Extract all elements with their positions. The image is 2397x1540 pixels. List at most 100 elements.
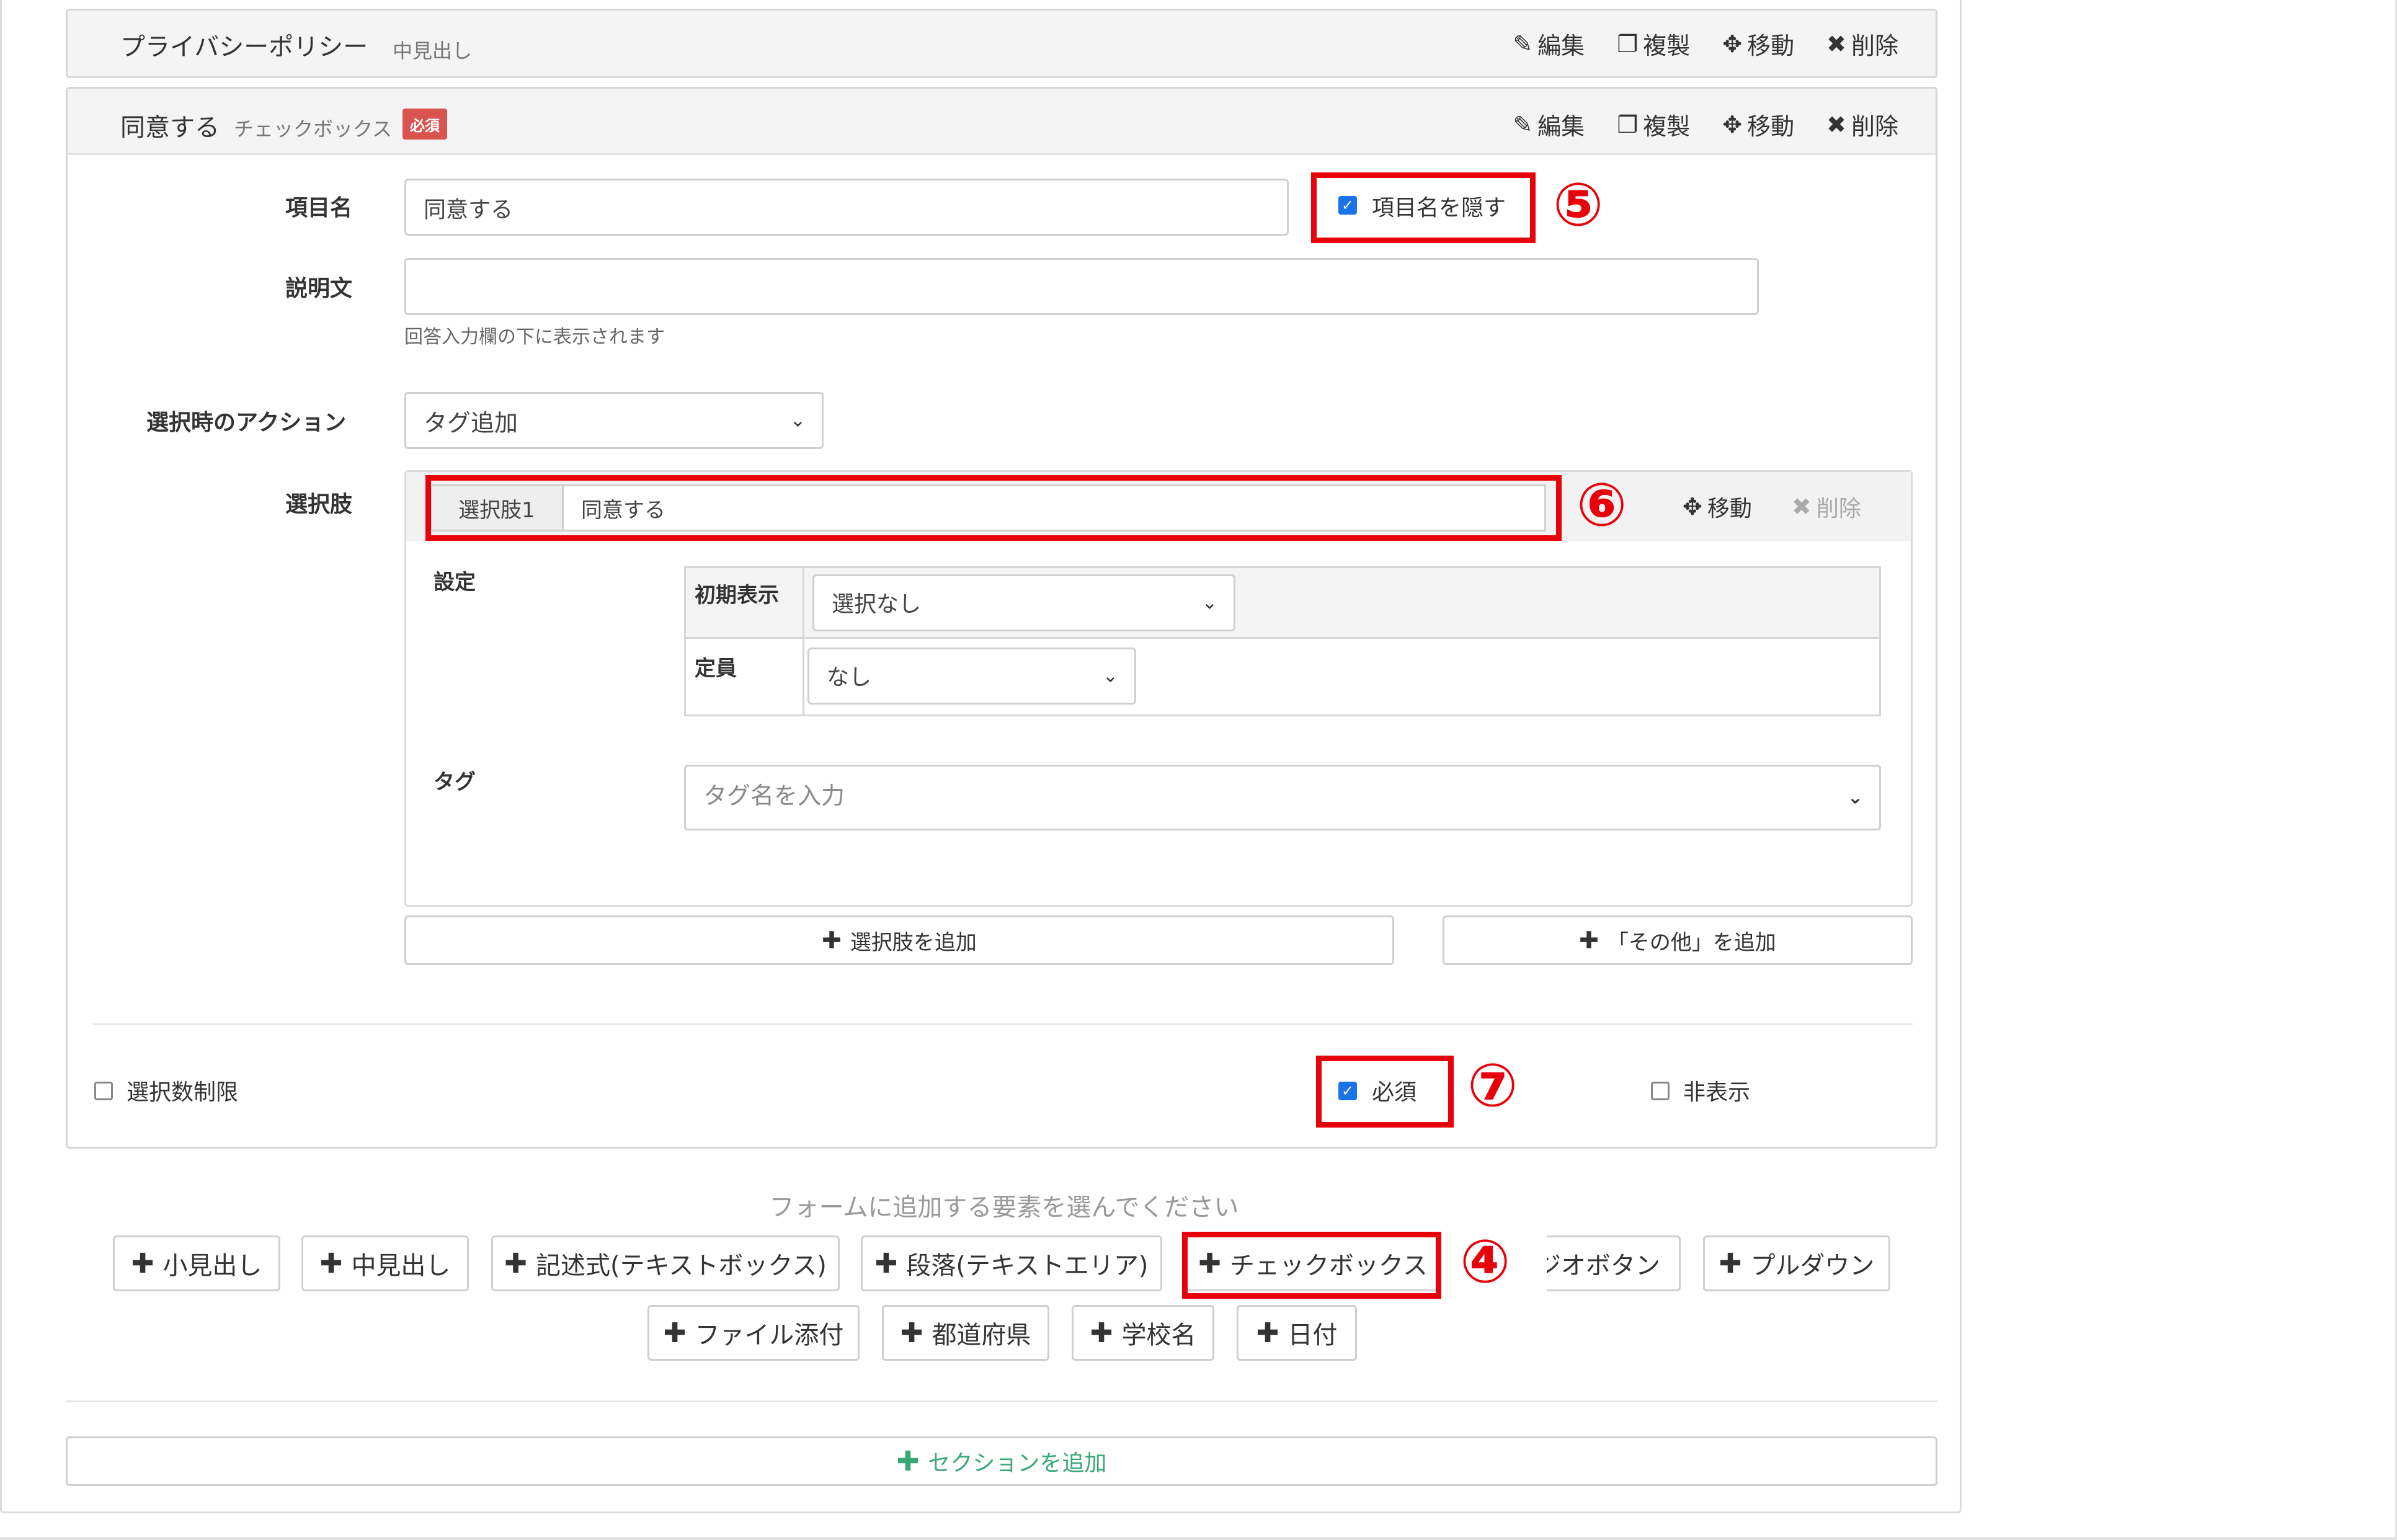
add-date-button[interactable]: ✚ 日付 (1237, 1305, 1357, 1361)
plus-icon: ✚ (900, 1317, 923, 1349)
edit-button[interactable]: ✎ 編集 (1513, 107, 1585, 141)
edit-button[interactable]: ✎ 編集 (1513, 27, 1585, 61)
panel-title: プライバシーポリシー (120, 33, 368, 61)
chevron-down-icon: ⌄ (1847, 786, 1863, 809)
annotation-number-5: ⑤ (1553, 170, 1604, 239)
limit-selection-label: 選択数制限 (127, 1080, 239, 1105)
add-other-button[interactable]: ✚ 「その他」を追加 (1443, 915, 1913, 965)
panel-actions: ✎ 編集 ❐ 複製 ✥ 移動 ✖ 削除 (1513, 27, 1898, 61)
add-section-label: セクションを追加 (928, 1451, 1107, 1476)
button-label: 段落(テキストエリア) (906, 1252, 1149, 1280)
initial-display-select[interactable]: 選択なし ⌄ (812, 574, 1235, 631)
delete-button[interactable]: ✖ 削除 (1826, 27, 1898, 61)
description-help-text: 回答入力欄の下に表示されます (404, 326, 665, 348)
add-prefecture-button[interactable]: ✚ 都道府県 (882, 1305, 1049, 1361)
capacity-label: 定員 (695, 656, 737, 681)
highlight-box-7 (1316, 1056, 1454, 1128)
plus-icon: ✚ (319, 1247, 343, 1280)
plus-icon: ✚ (874, 1247, 898, 1280)
delete-label: 削除 (1851, 32, 1898, 60)
move-arrows-icon: ✥ (1722, 110, 1743, 138)
move-button[interactable]: ✥ 移動 (1722, 27, 1794, 61)
plus-icon: ✚ (822, 927, 842, 954)
delete-button[interactable]: ✖ 削除 (1826, 107, 1898, 141)
settings-divider (803, 568, 804, 714)
tag-placeholder: タグ名を入力 (703, 782, 845, 809)
highlight-box-6 (425, 475, 1562, 541)
settings-label: 設定 (434, 570, 476, 595)
add-textarea-button[interactable]: ✚ 段落(テキストエリア) (861, 1235, 1162, 1291)
duplicate-label: 複製 (1643, 32, 1691, 60)
item-name-input[interactable]: 同意する (404, 179, 1289, 236)
agree-panel-header: 同意する チェックボックス 必須 ✎ 編集 ❐ 複製 ✥ 移動 ✖ 削除 (68, 89, 1936, 155)
choice-move-button[interactable]: ✥ 移動 (1683, 491, 1752, 523)
add-other-label: 「その他」を追加 (1607, 930, 1776, 955)
button-label: 都道府県 (932, 1321, 1031, 1350)
delete-label: 削除 (1851, 113, 1898, 140)
highlight-box-4 (1182, 1232, 1441, 1299)
section-divider (66, 1400, 1937, 1402)
button-label: ファイル添付 (695, 1321, 844, 1350)
tag-label: タグ (434, 770, 476, 794)
choices-label: 選択肢 (285, 492, 353, 517)
duplicate-label: 複製 (1643, 113, 1691, 140)
x-icon: ✖ (1826, 110, 1846, 138)
description-label: 説明文 (285, 276, 353, 301)
edit-label: 編集 (1537, 32, 1585, 60)
add-choice-button[interactable]: ✚ 選択肢を追加 (404, 915, 1394, 965)
add-choice-label: 選択肢を追加 (850, 930, 977, 955)
choice-delete-label: 削除 (1816, 496, 1861, 522)
move-button[interactable]: ✥ 移動 (1722, 107, 1794, 141)
pencil-icon: ✎ (1513, 30, 1533, 58)
required-badge: 必須 (402, 109, 447, 140)
duplicate-button[interactable]: ❐ 複製 (1617, 107, 1690, 141)
item-name-label: 項目名 (285, 195, 353, 221)
duplicate-button[interactable]: ❐ 複製 (1617, 27, 1690, 61)
highlight-box-5 (1311, 172, 1536, 243)
button-label: 中見出し (351, 1252, 451, 1280)
limit-selection-checkbox[interactable] (94, 1082, 113, 1100)
add-pulldown-button[interactable]: ✚ プルダウン (1703, 1235, 1890, 1291)
description-input[interactable] (404, 258, 1759, 315)
add-school-button[interactable]: ✚ 学校名 (1072, 1305, 1214, 1361)
button-label: 記述式(テキストボックス) (536, 1252, 827, 1280)
initial-display-value: 選択なし (832, 592, 922, 617)
capacity-value: なし (827, 665, 872, 690)
plus-icon: ✚ (1256, 1317, 1279, 1349)
action-label: 選択時のアクション (146, 410, 347, 435)
button-label: 日付 (1287, 1321, 1338, 1350)
privacy-policy-panel: プライバシーポリシー 中見出し ✎ 編集 ❐ 複製 ✥ 移動 ✖ 削除 (66, 9, 1937, 78)
plus-icon: ✚ (131, 1247, 154, 1280)
pencil-icon: ✎ (1513, 110, 1533, 138)
chevron-down-icon: ⌄ (1102, 665, 1118, 687)
plus-icon: ✚ (1579, 927, 1599, 954)
chevron-down-icon: ⌄ (789, 409, 806, 432)
add-textbox-button[interactable]: ✚ 記述式(テキストボックス) (491, 1235, 840, 1291)
action-select[interactable]: タグ追加 ⌄ (404, 392, 824, 449)
button-label: 学校名 (1121, 1321, 1196, 1350)
capacity-select[interactable]: なし ⌄ (807, 648, 1136, 705)
button-label: ジオボタン (1536, 1252, 1660, 1280)
annotation-number-7: ⑦ (1467, 1051, 1518, 1120)
add-element-prompt: フォームに追加する要素を選んでください (769, 1193, 1239, 1222)
add-file-button[interactable]: ✚ ファイル添付 (647, 1305, 860, 1361)
move-arrows-icon: ✥ (1683, 493, 1702, 520)
hidden-checkbox[interactable] (1651, 1082, 1670, 1100)
hidden-label: 非表示 (1683, 1080, 1751, 1105)
plus-icon: ✚ (1090, 1317, 1113, 1349)
move-label: 移動 (1747, 113, 1795, 140)
add-medium-heading-button[interactable]: ✚ 中見出し (301, 1235, 469, 1291)
initial-display-label: 初期表示 (695, 583, 779, 608)
plus-icon: ✚ (1719, 1247, 1742, 1280)
plus-icon: ✚ (896, 1445, 920, 1477)
settings-table: 初期表示 定員 選択なし ⌄ なし ⌄ (684, 566, 1881, 716)
panel-type-label: チェックボックス (234, 117, 393, 141)
annotation-number-6: ⑥ (1577, 470, 1627, 540)
button-label: プルダウン (1750, 1252, 1875, 1280)
plus-icon: ✚ (663, 1317, 687, 1349)
panel-actions: ✎ 編集 ❐ 複製 ✥ 移動 ✖ 削除 (1513, 107, 1898, 141)
choice-delete-button[interactable]: ✖ 削除 (1792, 491, 1861, 523)
add-small-heading-button[interactable]: ✚ 小見出し (113, 1235, 280, 1291)
tag-input[interactable]: タグ名を入力 ⌄ (684, 765, 1881, 830)
add-section-button[interactable]: ✚ セクションを追加 (66, 1436, 1937, 1486)
